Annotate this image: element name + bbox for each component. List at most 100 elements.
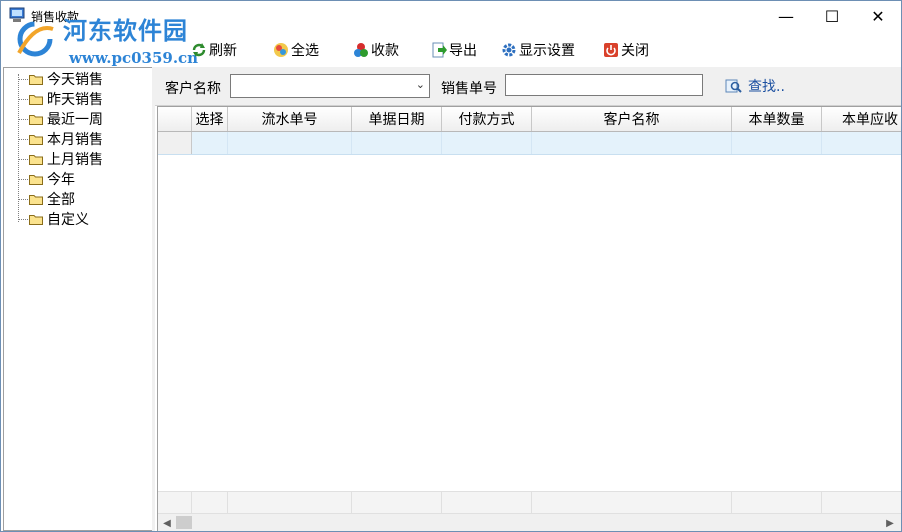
select-all-label: 全选 (291, 43, 319, 59)
table-cell[interactable] (822, 132, 901, 154)
collect-payment-button[interactable]: 收款 (353, 37, 431, 63)
main-window: 销售收款 — ☐ ✕ 河东软件园 www.pc0359.cn 刷新 全选 收款 … (0, 0, 902, 532)
folder-icon (29, 74, 43, 85)
tree-connector (18, 218, 28, 220)
tree-item-label: 全部 (47, 192, 75, 208)
category-tree: 今天销售昨天销售最近一周本月销售上月销售今年全部自定义 (3, 67, 153, 531)
row-selector[interactable] (158, 132, 192, 154)
table-row[interactable] (158, 132, 901, 155)
tree-connector (18, 78, 28, 80)
tree-item[interactable]: 最近一周 (18, 109, 103, 129)
tree-item[interactable]: 全部 (18, 189, 75, 209)
tree-connector (18, 178, 28, 180)
customer-name-combo[interactable]: ⌄ (230, 74, 430, 98)
filter-bar: 客户名称 ⌄ 销售单号 查找.. (155, 67, 901, 106)
tree-item[interactable]: 昨天销售 (18, 89, 103, 109)
watermark-name: 河东软件园 (63, 16, 188, 45)
tree-connector (18, 118, 28, 120)
tree-item-label: 上月销售 (47, 152, 103, 168)
footer-cell (822, 492, 901, 514)
refresh-button[interactable]: 刷新 (191, 37, 273, 63)
find-button[interactable]: 查找.. (725, 76, 785, 96)
footer-cell (442, 492, 532, 514)
footer-cell (352, 492, 442, 514)
collect-label: 收款 (371, 43, 399, 59)
close-label: 关闭 (621, 43, 649, 59)
export-button[interactable]: 导出 (431, 37, 501, 63)
grid-header: 选择 流水单号 单据日期 付款方式 客户名称 本单数量 本单应收 (158, 107, 901, 132)
folder-icon (29, 194, 43, 205)
folder-icon (29, 174, 43, 185)
column-header[interactable]: 单据日期 (352, 107, 442, 131)
select-all-icon (274, 43, 288, 57)
main-content: 客户名称 ⌄ 销售单号 查找.. 选择 流水单号 单据日期 付款方式 客户名称 本单数量本… (155, 67, 901, 531)
folder-icon (29, 214, 43, 225)
display-settings-label: 显示设置 (519, 43, 575, 59)
order-number-label: 销售单号 (441, 81, 497, 97)
table-cell[interactable] (228, 132, 352, 154)
tree-item-label: 今年 (47, 172, 75, 188)
display-settings-button[interactable]: 显示设置 (501, 37, 603, 63)
folder-icon (29, 114, 43, 125)
export-label: 导出 (449, 43, 477, 59)
collect-icon (354, 43, 368, 57)
scroll-right-icon[interactable]: ▶ (882, 515, 898, 531)
tree-item[interactable]: 今年 (18, 169, 75, 189)
table-cell[interactable] (532, 132, 732, 154)
tree-item[interactable]: 上月销售 (18, 149, 103, 169)
horizontal-scrollbar[interactable]: ◀ ▶ (158, 513, 901, 531)
column-header[interactable]: 选择 (192, 107, 228, 131)
watermark-url: www.pc0359.cn (69, 49, 199, 67)
footer-cell (228, 492, 352, 514)
table-cell[interactable] (442, 132, 532, 154)
column-header[interactable]: 客户名称 (532, 107, 732, 131)
minimize-button[interactable]: — (763, 1, 809, 31)
close-window-button[interactable]: ✕ (855, 1, 901, 31)
export-icon (432, 42, 447, 58)
find-label: 查找.. (748, 79, 785, 95)
footer-cell (532, 492, 732, 514)
chevron-down-icon: ⌄ (415, 78, 425, 91)
column-header[interactable]: 付款方式 (442, 107, 532, 131)
tree-item-label: 本月销售 (47, 132, 103, 148)
scroll-left-icon[interactable]: ◀ (159, 515, 175, 531)
row-header-corner[interactable] (158, 107, 192, 131)
tree-item-label: 今天销售 (47, 72, 103, 88)
customer-name-label: 客户名称 (165, 81, 221, 97)
footer-cell (192, 492, 228, 514)
grid-footer-row (158, 491, 901, 514)
tree-connector (18, 158, 28, 160)
tree-item[interactable]: 自定义 (18, 209, 89, 229)
order-number-input[interactable] (505, 74, 703, 96)
tree-item-label: 最近一周 (47, 112, 103, 128)
toolbar: 刷新 全选 收款 导出 显示设置 关闭 (191, 37, 663, 63)
power-icon (604, 43, 618, 57)
tree-connector (18, 198, 28, 200)
gear-icon (502, 43, 516, 57)
tree-item[interactable]: 本月销售 (18, 129, 103, 149)
maximize-button[interactable]: ☐ (809, 1, 855, 31)
refresh-icon (192, 43, 206, 57)
tree-item[interactable]: 今天销售 (18, 69, 103, 89)
refresh-label: 刷新 (209, 43, 237, 59)
folder-icon (29, 94, 43, 105)
select-all-button[interactable]: 全选 (273, 37, 353, 63)
watermark-logo-icon (17, 21, 54, 57)
tree-connector (18, 138, 28, 140)
table-cell[interactable] (192, 132, 228, 154)
column-header[interactable]: 流水单号 (228, 107, 352, 131)
folder-icon (29, 154, 43, 165)
tree-connector (18, 98, 28, 100)
tree-item-label: 昨天销售 (47, 92, 103, 108)
table-cell[interactable] (732, 132, 822, 154)
search-icon (725, 79, 742, 93)
sales-grid: 选择 流水单号 单据日期 付款方式 客户名称 本单数量 本单应收 ◀ ▶ (157, 106, 901, 531)
tree-item-label: 自定义 (47, 212, 89, 228)
table-cell[interactable] (352, 132, 442, 154)
scroll-thumb[interactable] (176, 516, 192, 529)
footer-cell (732, 492, 822, 514)
column-header[interactable]: 本单数量 (732, 107, 822, 131)
footer-cell (158, 492, 192, 514)
close-button[interactable]: 关闭 (603, 37, 663, 63)
column-header[interactable]: 本单应收 (822, 107, 901, 131)
